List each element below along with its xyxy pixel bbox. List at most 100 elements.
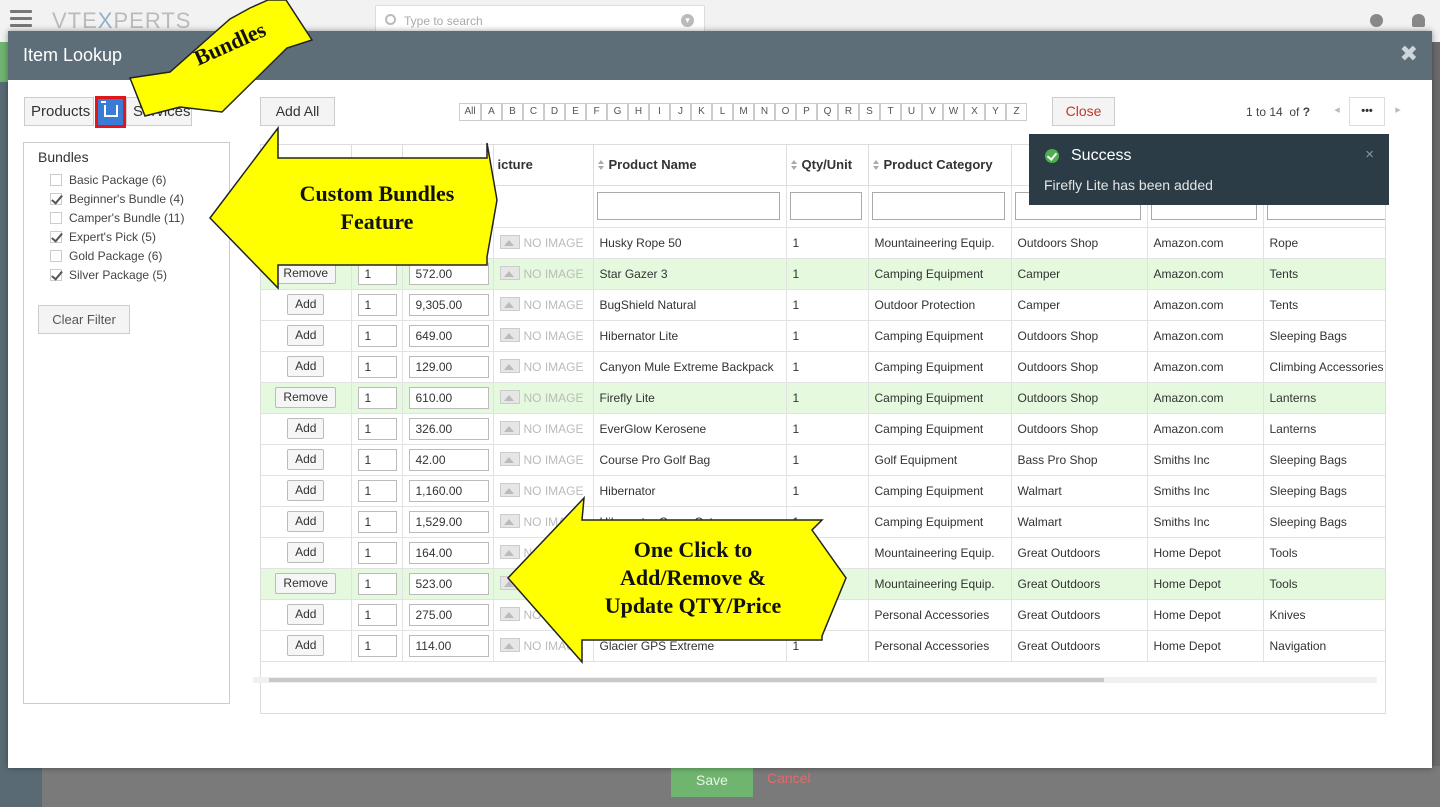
- alpha-filter-c[interactable]: C: [523, 103, 544, 121]
- grid-horizontal-scrollbar[interactable]: [253, 677, 1377, 683]
- alpha-filter-b[interactable]: B: [502, 103, 523, 121]
- col-header-qty-unit[interactable]: Qty/Unit: [786, 145, 869, 186]
- bundle-filter-item[interactable]: Silver Package (5): [48, 268, 184, 287]
- alpha-filter-v[interactable]: V: [922, 103, 943, 121]
- alpha-filter-u[interactable]: U: [901, 103, 922, 121]
- bundle-filter-item[interactable]: Expert's Pick (5): [48, 230, 184, 249]
- price-input[interactable]: 1,160.00: [408, 479, 489, 502]
- close-button[interactable]: Close: [1052, 97, 1115, 126]
- price-input[interactable]: 523.00: [408, 572, 489, 595]
- alpha-filter-s[interactable]: S: [859, 103, 880, 121]
- alpha-filter-g[interactable]: G: [607, 103, 628, 121]
- tab-bundles[interactable]: [95, 96, 126, 128]
- alpha-filter-n[interactable]: N: [754, 103, 775, 121]
- qty-input[interactable]: 1: [357, 510, 397, 533]
- price-input[interactable]: 275.00: [408, 603, 489, 626]
- price-input[interactable]: 649.00: [408, 324, 489, 347]
- price-input[interactable]: 1,529.00: [408, 510, 489, 533]
- bundle-checkbox[interactable]: [50, 269, 62, 281]
- next-page-icon[interactable]: ▸: [1387, 97, 1409, 126]
- remove-button[interactable]: Remove: [275, 263, 337, 284]
- qty-input[interactable]: 1: [357, 479, 397, 502]
- alpha-filter-all[interactable]: All: [459, 103, 481, 121]
- qty-input[interactable]: 1: [357, 448, 397, 471]
- alpha-filter-k[interactable]: K: [691, 103, 712, 121]
- col-header-picture[interactable]: icture: [493, 145, 594, 186]
- alpha-filter-j[interactable]: J: [670, 103, 691, 121]
- alpha-filter-f[interactable]: F: [586, 103, 607, 121]
- alpha-filter-p[interactable]: P: [796, 103, 817, 121]
- filter-category-input[interactable]: [871, 192, 1005, 220]
- alpha-filter-h[interactable]: H: [628, 103, 649, 121]
- add-button[interactable]: Add: [287, 418, 325, 439]
- qty-input[interactable]: 1: [357, 417, 397, 440]
- add-button[interactable]: Add: [287, 511, 325, 532]
- price-input[interactable]: 9,305.00: [408, 293, 489, 316]
- bundle-checkbox[interactable]: [50, 193, 62, 205]
- remove-button[interactable]: Remove: [275, 573, 337, 594]
- add-button[interactable]: Add: [287, 542, 325, 563]
- bundle-checkbox[interactable]: [50, 212, 62, 224]
- remove-button[interactable]: Remove: [275, 387, 337, 408]
- qty-input[interactable]: 1: [357, 262, 397, 285]
- prev-page-icon[interactable]: ◂: [1326, 97, 1348, 126]
- alpha-filter-m[interactable]: M: [733, 103, 754, 121]
- col-header-product-category[interactable]: Product Category: [868, 145, 1012, 186]
- add-button[interactable]: Add: [287, 325, 325, 346]
- price-input[interactable]: 114.00: [408, 634, 489, 657]
- price-input[interactable]: 610.00: [408, 386, 489, 409]
- bundle-checkbox[interactable]: [50, 231, 62, 243]
- qty-input[interactable]: 1: [357, 355, 397, 378]
- alpha-filter-r[interactable]: R: [838, 103, 859, 121]
- price-input[interactable]: 42.00: [408, 448, 489, 471]
- add-button[interactable]: Add: [287, 356, 325, 377]
- bundle-filter-item[interactable]: Camper's Bundle (11): [48, 211, 184, 230]
- alpha-filter-x[interactable]: X: [964, 103, 985, 121]
- alpha-filter-q[interactable]: Q: [817, 103, 838, 121]
- bundle-filter-item[interactable]: Basic Package (6): [48, 173, 184, 192]
- filter-product-name-input[interactable]: [596, 192, 780, 220]
- bundle-filter-item[interactable]: Gold Package (6): [48, 249, 184, 268]
- add-button[interactable]: Add: [287, 480, 325, 501]
- qty-input[interactable]: 1: [357, 603, 397, 626]
- filter-qty-unit-input[interactable]: [789, 192, 862, 220]
- alpha-filter-z[interactable]: Z: [1006, 103, 1027, 121]
- add-button[interactable]: Add: [287, 604, 325, 625]
- add-button[interactable]: Add: [287, 449, 325, 470]
- price-input[interactable]: 326.00: [408, 417, 489, 440]
- tab-services[interactable]: Services: [126, 97, 192, 126]
- alpha-filter-i[interactable]: I: [649, 103, 670, 121]
- save-button[interactable]: Save: [671, 766, 753, 797]
- qty-input[interactable]: 1: [357, 324, 397, 347]
- alpha-filter-o[interactable]: O: [775, 103, 796, 121]
- add-button[interactable]: Add: [287, 294, 325, 315]
- add-icon[interactable]: [1370, 14, 1383, 27]
- alpha-filter-w[interactable]: W: [943, 103, 964, 121]
- close-icon[interactable]: ✖: [1400, 41, 1418, 67]
- price-input[interactable]: 129.00: [408, 355, 489, 378]
- more-pages-button[interactable]: •••: [1349, 97, 1385, 126]
- alpha-filter-a[interactable]: A: [481, 103, 502, 121]
- bundle-checkbox[interactable]: [50, 174, 62, 186]
- clear-filter-button[interactable]: Clear Filter: [38, 305, 130, 334]
- bundle-filter-item[interactable]: Beginner's Bundle (4): [48, 192, 184, 211]
- price-input[interactable]: 572.00: [408, 262, 489, 285]
- chevron-down-icon[interactable]: ▾: [681, 14, 694, 27]
- alpha-filter-e[interactable]: E: [565, 103, 586, 121]
- qty-input[interactable]: 1: [357, 386, 397, 409]
- qty-input[interactable]: 1: [357, 634, 397, 657]
- tab-products[interactable]: Products: [24, 97, 94, 126]
- qty-input[interactable]: 1: [357, 541, 397, 564]
- price-input[interactable]: 164.00: [408, 541, 489, 564]
- alpha-filter-t[interactable]: T: [880, 103, 901, 121]
- alpha-filter-l[interactable]: L: [712, 103, 733, 121]
- alpha-filter-y[interactable]: Y: [985, 103, 1006, 121]
- add-all-button[interactable]: Add All: [260, 97, 335, 126]
- scrollbar-thumb[interactable]: [269, 678, 1104, 682]
- qty-input[interactable]: 1: [357, 572, 397, 595]
- hamburger-menu-icon[interactable]: [10, 10, 32, 28]
- col-header-product-name[interactable]: Product Name: [593, 145, 787, 186]
- cancel-link[interactable]: Cancel: [767, 770, 811, 786]
- toast-close-icon[interactable]: ×: [1365, 146, 1374, 163]
- bundle-checkbox[interactable]: [50, 250, 62, 262]
